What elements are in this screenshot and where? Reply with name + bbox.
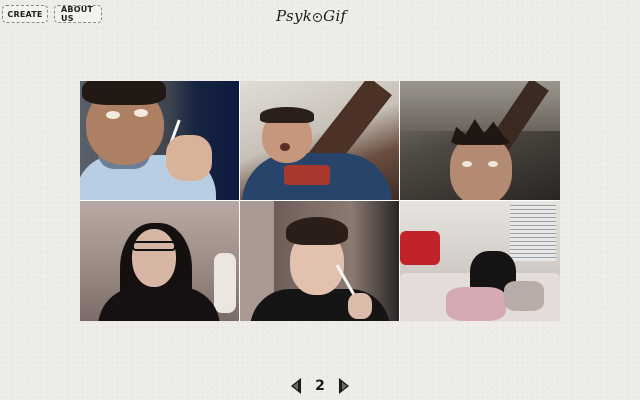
eye-shape (488, 161, 498, 167)
prev-page-button[interactable] (289, 375, 303, 397)
app-logo: Psyk Gif (276, 6, 346, 26)
shirt-print-shape (284, 165, 330, 185)
triangle-left-icon (291, 378, 301, 394)
gif-tile-2[interactable] (240, 81, 399, 200)
lamp-shape (214, 253, 236, 313)
top-nav: CREATE ABOUT US (2, 5, 102, 23)
hair-shape (82, 81, 166, 105)
logo-text-part2: Gif (323, 7, 347, 25)
eye-shape (106, 111, 120, 119)
face-shape (132, 229, 176, 287)
hand-shape (166, 135, 212, 181)
eye-shape (134, 109, 148, 117)
create-button[interactable]: CREATE (2, 5, 48, 23)
next-page-button[interactable] (337, 375, 351, 397)
hand-shape (348, 293, 372, 319)
gif-grid (80, 81, 560, 321)
hair-shape (260, 107, 314, 123)
pink-blanket-shape (446, 287, 506, 321)
triangle-right-icon (339, 378, 349, 394)
patterned-cushion-shape (504, 281, 544, 311)
gif-tile-3[interactable] (400, 81, 560, 200)
about-us-button[interactable]: ABOUT US (54, 5, 102, 23)
gif-tile-4[interactable] (80, 201, 239, 321)
mouth-shape (280, 143, 290, 151)
gif-tile-5[interactable] (240, 201, 399, 321)
pagination: 2 (289, 373, 351, 399)
eye-icon (313, 12, 323, 22)
window-frame-shape (510, 205, 556, 261)
gif-tile-1[interactable] (80, 81, 239, 200)
red-object-shape (400, 231, 440, 265)
eye-shape (462, 161, 472, 167)
hair-shape (286, 217, 348, 245)
gif-tile-6[interactable] (400, 201, 560, 321)
glasses-shape (132, 241, 176, 251)
body-shape (98, 287, 220, 321)
current-page-number: 2 (315, 378, 325, 394)
logo-text-part1: Psyk (276, 7, 313, 25)
